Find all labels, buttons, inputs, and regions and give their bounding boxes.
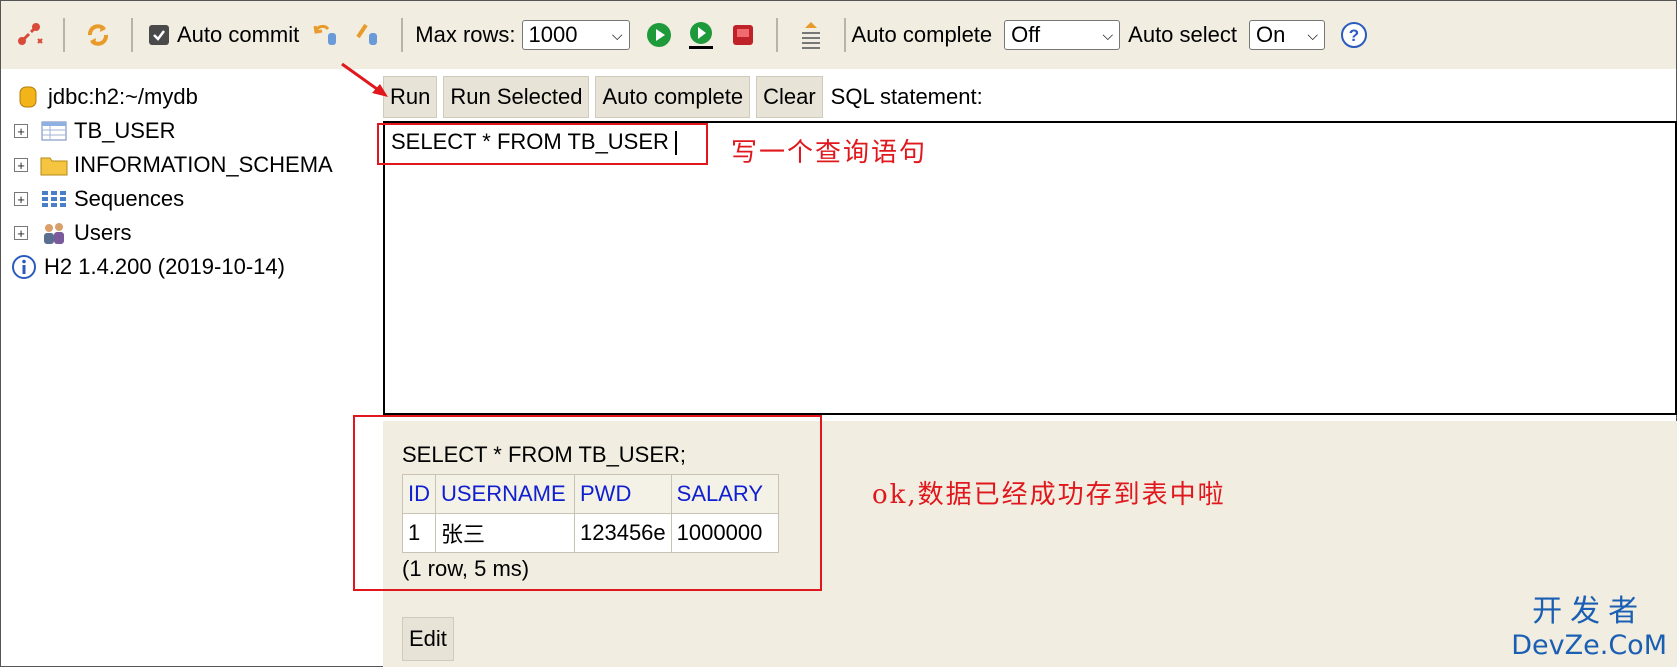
auto-commit-checkbox[interactable] xyxy=(149,25,169,45)
max-rows-select[interactable]: 1000 ⌵ xyxy=(521,20,630,50)
auto-complete-button[interactable]: Auto complete xyxy=(595,76,751,118)
max-rows-label: Max rows: xyxy=(415,22,516,47)
sql-button-bar: Run Run Selected Auto complete Clear SQL… xyxy=(383,75,983,119)
auto-complete-label: Auto complete xyxy=(851,22,993,47)
help-icon[interactable]: ? xyxy=(1339,20,1369,50)
tree-item-users[interactable]: + Users xyxy=(10,216,370,250)
separator xyxy=(843,18,846,52)
tree-item-label: TB_USER xyxy=(74,118,176,143)
clear-button[interactable]: Clear xyxy=(756,76,823,118)
connection-label: jdbc:h2:~/mydb xyxy=(48,84,198,109)
tree-item-tb-user[interactable]: + TB_USER xyxy=(10,114,370,148)
max-rows-value: 1000 xyxy=(528,22,578,47)
rollback-icon[interactable] xyxy=(311,20,341,50)
auto-select-value: On xyxy=(1256,22,1286,47)
watermark-cn: 开发者 xyxy=(1532,594,1647,629)
separator xyxy=(401,18,404,52)
separator xyxy=(775,18,778,52)
sequences-icon xyxy=(40,186,68,212)
annotation-query-note: 写一个查询语句 xyxy=(731,138,928,168)
commit-icon[interactable] xyxy=(353,20,383,50)
auto-commit-label: Auto commit xyxy=(177,22,300,47)
watermark-en: DevZe.CoM xyxy=(1511,630,1667,661)
annotation-arrow xyxy=(341,62,388,97)
chevron-down-icon: ⌵ xyxy=(1307,26,1318,43)
edit-button[interactable]: Edit xyxy=(402,617,454,661)
stop-icon[interactable] xyxy=(728,20,758,50)
tree-item-information-schema[interactable]: + INFORMATION_SCHEMA xyxy=(10,148,370,182)
disconnect-icon[interactable] xyxy=(15,20,45,50)
annotation-box-result xyxy=(353,415,822,591)
watermark-logo: 开发者 DevZe.CoM xyxy=(1511,586,1667,661)
auto-complete-value: Off xyxy=(1011,22,1041,47)
table-icon xyxy=(40,118,68,144)
version-label: H2 1.4.200 (2019-10-14) xyxy=(44,254,285,279)
sql-editor[interactable]: SELECT * FROM TB_USER xyxy=(383,121,1677,415)
separator xyxy=(63,18,65,52)
refresh-icon[interactable] xyxy=(83,20,113,50)
tree-version: H2 1.4.200 (2019-10-14) xyxy=(10,250,370,284)
expand-icon[interactable]: + xyxy=(14,192,28,206)
tree-connection[interactable]: jdbc:h2:~/mydb xyxy=(10,80,370,114)
tree-item-label: Users xyxy=(74,220,132,245)
info-icon xyxy=(10,254,38,280)
expand-icon[interactable]: + xyxy=(14,226,28,240)
annotation-result-note: ok,数据已经成功存到表中啦 xyxy=(872,480,1226,510)
object-tree: jdbc:h2:~/mydb + TB_USER + INFORMATION_S… xyxy=(10,80,370,284)
auto-select-select[interactable]: On ⌵ xyxy=(1249,20,1325,50)
chevron-down-icon: ⌵ xyxy=(611,26,623,43)
expand-icon[interactable]: + xyxy=(14,158,28,172)
svg-text:?: ? xyxy=(1349,26,1359,45)
toolbar: Auto commit Max rows: 1000 ⌵ Auto comple… xyxy=(1,1,1676,69)
tree-item-label: Sequences xyxy=(74,186,185,211)
folder-icon xyxy=(40,152,68,178)
auto-complete-select[interactable]: Off ⌵ xyxy=(1004,20,1121,50)
tree-item-sequences[interactable]: + Sequences xyxy=(10,182,370,216)
chevron-down-icon: ⌵ xyxy=(1102,26,1114,43)
auto-select-label: Auto select xyxy=(1128,22,1237,47)
run-selected-button[interactable]: Run Selected xyxy=(443,76,590,118)
expand-icon[interactable]: + xyxy=(14,124,28,138)
run-selected-icon[interactable] xyxy=(686,20,716,50)
tree-item-label: INFORMATION_SCHEMA xyxy=(74,152,333,177)
separator xyxy=(131,18,133,52)
history-icon[interactable] xyxy=(796,20,826,50)
sql-statement-label: SQL statement: xyxy=(830,84,983,109)
run-icon[interactable] xyxy=(644,20,674,50)
users-icon xyxy=(40,220,68,246)
database-icon xyxy=(14,84,42,110)
annotation-box-query xyxy=(377,123,708,165)
